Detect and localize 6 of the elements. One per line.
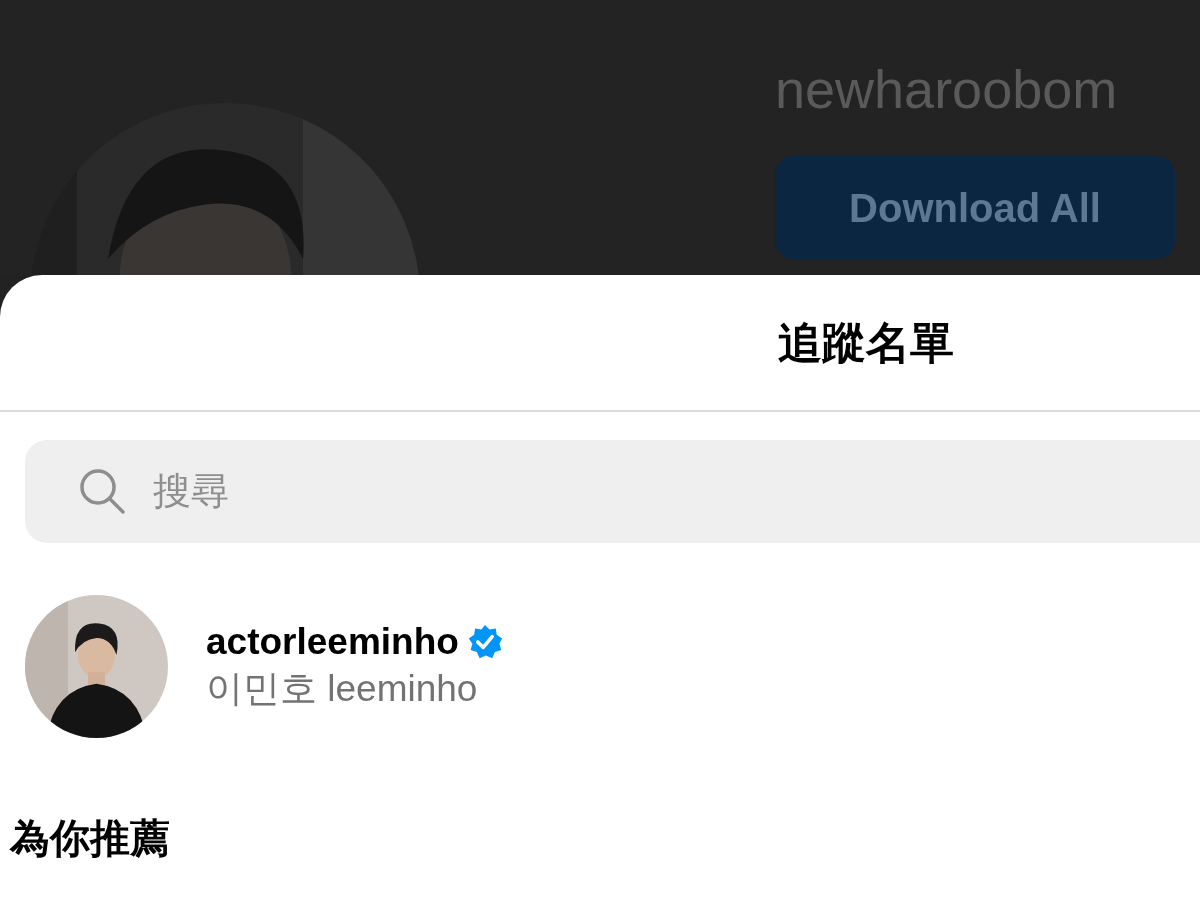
sheet-title: 追蹤名單 — [778, 316, 954, 369]
search-icon — [77, 466, 127, 516]
account-username[interactable]: actorleeminho — [206, 620, 459, 665]
account-full-name: 이민호 leeminho — [206, 666, 479, 711]
search-field[interactable]: 搜尋 — [25, 440, 1200, 543]
section-heading: 為你推薦 — [10, 815, 171, 862]
